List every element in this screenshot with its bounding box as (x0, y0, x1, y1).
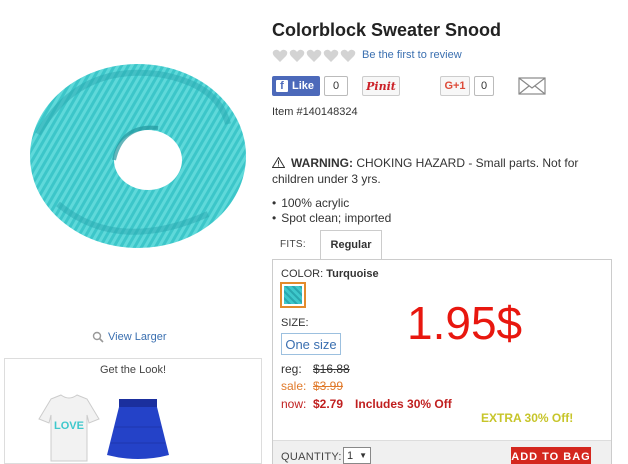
tab-regular[interactable]: Regular (320, 230, 382, 260)
chevron-down-icon: ▼ (359, 451, 367, 460)
quantity-select[interactable]: 1 ▼ (343, 447, 371, 464)
overlay-price: 1.95$ (407, 297, 523, 349)
facebook-like-label: Like (292, 80, 315, 92)
size-option-one-size[interactable]: One size (281, 333, 341, 355)
view-larger-label: View Larger (108, 331, 167, 343)
google-plus-count: 0 (474, 76, 494, 96)
pinterest-button[interactable]: Pinit (362, 76, 400, 96)
feature-item: Spot clean; imported (272, 211, 391, 226)
warning-triangle-icon (272, 157, 285, 168)
add-to-bag-button[interactable]: ADD TO BAG (511, 447, 591, 464)
get-the-look-title: Get the Look! (99, 364, 167, 376)
magnifier-icon (92, 331, 104, 343)
quantity-label: QUANTITY: (281, 451, 342, 463)
heart-icon (306, 49, 322, 62)
quantity-bar: QUANTITY: 1 ▼ ADD TO BAG (273, 440, 611, 464)
review-link[interactable]: Be the first to review (362, 49, 462, 61)
quantity-value: 1 (347, 449, 354, 462)
now-label: now: (281, 397, 307, 411)
size-label: SIZE: (281, 317, 309, 329)
extra-off-badge: EXTRA 30% Off! (481, 411, 574, 425)
color-label: COLOR: Turquoise (281, 268, 379, 280)
feature-list: 100% acrylic Spot clean; imported (272, 196, 391, 226)
sale-value: $3.99 (313, 379, 344, 393)
rating-hearts[interactable] (272, 49, 356, 63)
sale-price: sale: $3.99 (281, 379, 343, 393)
look-shirt-image[interactable]: LOVE (37, 393, 101, 463)
choking-warning: WARNING: CHOKING HAZARD - Small parts. N… (272, 155, 602, 187)
reg-label: reg: (281, 362, 302, 376)
purchase-options: COLOR: Turquoise SIZE: One size 1.95$ re… (272, 259, 612, 464)
product-image[interactable] (18, 44, 258, 264)
facebook-icon: f (276, 80, 288, 92)
sale-label: sale: (281, 379, 307, 393)
now-value: $2.79 (313, 397, 344, 411)
heart-icon (289, 49, 305, 62)
heart-icon (272, 49, 288, 62)
now-note: Includes 30% Off (355, 397, 452, 411)
shirt-print-text: LOVE (54, 420, 84, 432)
color-swatch-turquoise[interactable] (280, 282, 306, 308)
view-larger-link[interactable]: View Larger (92, 331, 167, 343)
regular-price: reg: $16.88 (281, 362, 350, 376)
facebook-count: 0 (324, 76, 348, 96)
look-skirt-image[interactable] (105, 397, 171, 461)
color-label-text: COLOR: (281, 268, 324, 280)
email-icon[interactable] (518, 76, 546, 96)
heart-icon (323, 49, 339, 62)
product-title: Colorblock Sweater Snood (272, 20, 502, 40)
google-plus-button[interactable]: G+1 (440, 76, 470, 96)
reg-value: $16.88 (313, 362, 350, 376)
feature-item: 100% acrylic (272, 196, 391, 211)
fits-label: FITS: (280, 239, 306, 250)
warning-heading: WARNING: (291, 156, 353, 170)
heart-icon (340, 49, 356, 62)
get-the-look-panel: Get the Look! LOVE (4, 358, 262, 464)
fits-row: FITS: Regular (272, 230, 612, 260)
color-value: Turquoise (326, 268, 379, 280)
facebook-like-button[interactable]: f Like (272, 76, 320, 96)
now-price: now: $2.79 Includes 30% Off (281, 397, 452, 411)
item-number: Item #140148324 (272, 106, 358, 118)
